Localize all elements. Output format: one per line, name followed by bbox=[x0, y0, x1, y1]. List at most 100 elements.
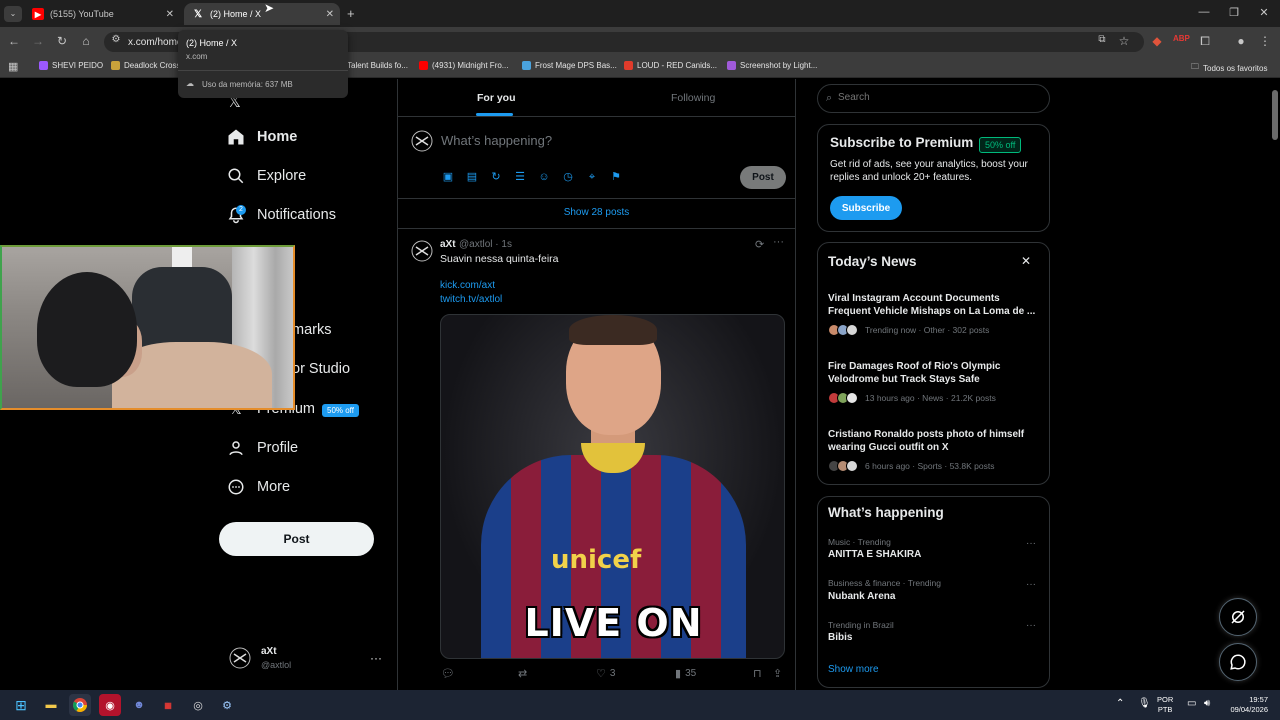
app-icon-red[interactable]: ◉ bbox=[99, 694, 121, 716]
post-media-image[interactable]: unicef LIVE ON bbox=[440, 314, 785, 659]
more-icon[interactable]: ··· bbox=[1026, 620, 1036, 631]
tab-search-button[interactable]: ⌄ bbox=[4, 6, 22, 22]
repost-button[interactable]: ⇄ bbox=[518, 667, 531, 680]
news-headline[interactable]: Cristiano Ronaldo posts photo of himself… bbox=[828, 428, 1038, 454]
forward-icon[interactable]: → bbox=[30, 34, 46, 48]
post-button[interactable]: Post bbox=[219, 522, 374, 556]
app-icon-circle[interactable]: ◎ bbox=[187, 694, 209, 716]
nav-more[interactable]: More bbox=[227, 478, 290, 496]
search-input[interactable] bbox=[838, 92, 1038, 103]
trend-name[interactable]: Nubank Arena bbox=[828, 591, 895, 602]
profile-icon[interactable]: ● bbox=[1233, 34, 1249, 48]
gif-icon[interactable]: ▤ bbox=[466, 171, 478, 183]
bookmark-item[interactable]: Deadlock Cross bbox=[111, 61, 180, 70]
bookmark-star-icon[interactable]: ☆ bbox=[1116, 34, 1132, 48]
emoji-icon[interactable]: ☺ bbox=[538, 171, 550, 183]
close-window-icon[interactable]: ✕ bbox=[1254, 6, 1274, 19]
discord-icon[interactable]: ☻ bbox=[128, 694, 150, 716]
close-icon[interactable]: ✕ bbox=[1021, 254, 1031, 268]
bookmark-item[interactable]: LOUD - RED Canids... bbox=[624, 61, 717, 70]
menu-icon[interactable]: ⋮ bbox=[1257, 34, 1273, 48]
reply-button[interactable]: 💬︎ bbox=[441, 667, 459, 680]
flag-icon[interactable]: ⚑ bbox=[610, 171, 622, 183]
grok-icon[interactable]: ⟳ bbox=[755, 238, 764, 251]
compose-post-button[interactable]: Post bbox=[740, 166, 786, 189]
more-icon[interactable]: ··· bbox=[773, 236, 784, 248]
back-icon[interactable]: ← bbox=[6, 34, 22, 48]
file-explorer-icon[interactable]: ▬ bbox=[40, 694, 62, 716]
speaker-icon[interactable]: 🔊︎ bbox=[1204, 698, 1210, 709]
scrollbar-track[interactable] bbox=[1270, 80, 1280, 690]
input-language[interactable]: POR PTB bbox=[1157, 695, 1173, 715]
share-button[interactable]: ⇪ bbox=[773, 667, 786, 680]
apps-icon[interactable]: ▦ bbox=[8, 60, 18, 73]
schedule-icon[interactable]: ◷ bbox=[562, 171, 574, 183]
compose-avatar[interactable] bbox=[411, 130, 433, 152]
bookmark-button[interactable]: ⊓ bbox=[753, 667, 766, 680]
close-icon[interactable]: ✕ bbox=[166, 9, 174, 20]
extensions-puzzle-icon[interactable]: ⧠ bbox=[1197, 34, 1213, 49]
subscribe-button[interactable]: Subscribe bbox=[830, 196, 902, 220]
restore-icon[interactable]: ❐ bbox=[1224, 6, 1244, 19]
grok-icon[interactable]: ↻ bbox=[490, 171, 502, 183]
show-new-posts[interactable]: Show 28 posts bbox=[397, 207, 796, 218]
tab-x-home[interactable]: 𝕏 (2) Home / X ✕ bbox=[184, 3, 340, 25]
adblock-icon[interactable]: ABP bbox=[1173, 34, 1190, 43]
news-headline[interactable]: Fire Damages Roof of Rio's Olympic Velod… bbox=[828, 360, 1038, 386]
clock[interactable]: 19:57 09/04/2026 bbox=[1224, 695, 1268, 715]
windows-start-icon[interactable]: ⊞ bbox=[10, 694, 32, 716]
bookmark-item[interactable]: Talent Builds fo... bbox=[347, 61, 408, 70]
poll-icon[interactable]: ☰ bbox=[514, 171, 526, 183]
post-author-name[interactable]: aXt bbox=[440, 239, 456, 250]
account-menu-icon[interactable]: ··· bbox=[370, 651, 382, 665]
extension-icon[interactable]: ◆ bbox=[1149, 34, 1165, 48]
views-button[interactable]: ▮ 35 bbox=[675, 667, 696, 680]
bookmark-item[interactable]: Frost Mage DPS Bas... bbox=[522, 61, 617, 70]
location-icon[interactable]: ⌖ bbox=[586, 171, 598, 183]
nav-explore[interactable]: Explore bbox=[227, 167, 306, 185]
news-headline[interactable]: Viral Instagram Account Documents Freque… bbox=[828, 292, 1038, 318]
nav-home[interactable]: Home bbox=[227, 128, 297, 146]
install-icon[interactable]: ⧉ bbox=[1094, 34, 1110, 45]
app-icon-badge[interactable]: ▦ bbox=[157, 694, 179, 716]
grok-fab[interactable] bbox=[1219, 598, 1257, 636]
tab-following[interactable]: Following bbox=[671, 92, 715, 104]
more-icon[interactable]: ··· bbox=[1026, 538, 1036, 549]
post-author-handle[interactable]: @axtlol · 1s bbox=[459, 239, 512, 250]
reload-icon[interactable]: ↻ bbox=[54, 34, 70, 48]
steam-icon[interactable]: ⚙ bbox=[216, 694, 238, 716]
messages-fab[interactable] bbox=[1219, 643, 1257, 681]
nav-profile[interactable]: Profile bbox=[227, 439, 298, 457]
monitor-icon[interactable]: ▭ bbox=[1187, 698, 1196, 709]
site-info-icon[interactable]: ⚙ bbox=[108, 34, 124, 45]
bookmark-item[interactable]: SHEVI PEIDO bbox=[39, 61, 103, 70]
close-icon[interactable]: ✕ bbox=[326, 9, 334, 20]
image-icon[interactable]: ▣ bbox=[442, 171, 454, 183]
more-icon[interactable]: ··· bbox=[1026, 579, 1036, 590]
all-bookmarks[interactable]: 🗀 Todos os favoritos bbox=[1191, 61, 1267, 75]
post-link[interactable]: twitch.tv/axtlol bbox=[440, 294, 502, 305]
trend-name[interactable]: Bibis bbox=[828, 632, 852, 643]
post-link[interactable]: kick.com/axt bbox=[440, 280, 495, 291]
account-avatar[interactable] bbox=[229, 647, 251, 669]
bookmark-item[interactable]: Screenshot by Light... bbox=[727, 61, 817, 70]
minimize-icon[interactable]: — bbox=[1194, 6, 1214, 18]
tab-youtube[interactable]: ▶ (5155) YouTube ✕ bbox=[28, 3, 180, 25]
show-more-link[interactable]: Show more bbox=[828, 664, 879, 675]
microphone-icon[interactable]: 🎙︎ bbox=[1138, 698, 1151, 709]
trend-name[interactable]: ANITTA E SHAKIRA bbox=[828, 549, 921, 560]
nav-label: Explore bbox=[257, 168, 307, 184]
scrollbar-thumb[interactable] bbox=[1272, 90, 1278, 140]
tray-chevron-icon[interactable]: ⌃ bbox=[1116, 698, 1124, 709]
post-avatar[interactable] bbox=[411, 240, 433, 262]
compose-input[interactable]: What’s happening? bbox=[441, 133, 552, 148]
bookmark-item[interactable]: (4931) Midnight Fro... bbox=[419, 61, 508, 70]
like-button[interactable]: ♡ 3 bbox=[596, 667, 615, 680]
tab-for-you[interactable]: For you bbox=[477, 92, 516, 104]
nav-creator-studio[interactable]: or Studio bbox=[292, 361, 350, 377]
url-text[interactable]: x.com/home bbox=[128, 37, 182, 48]
nav-bookmarks[interactable]: marks bbox=[292, 322, 331, 338]
new-tab-button[interactable]: + bbox=[347, 6, 355, 21]
chrome-icon[interactable] bbox=[69, 694, 91, 716]
home-icon[interactable]: ⌂ bbox=[78, 34, 94, 48]
